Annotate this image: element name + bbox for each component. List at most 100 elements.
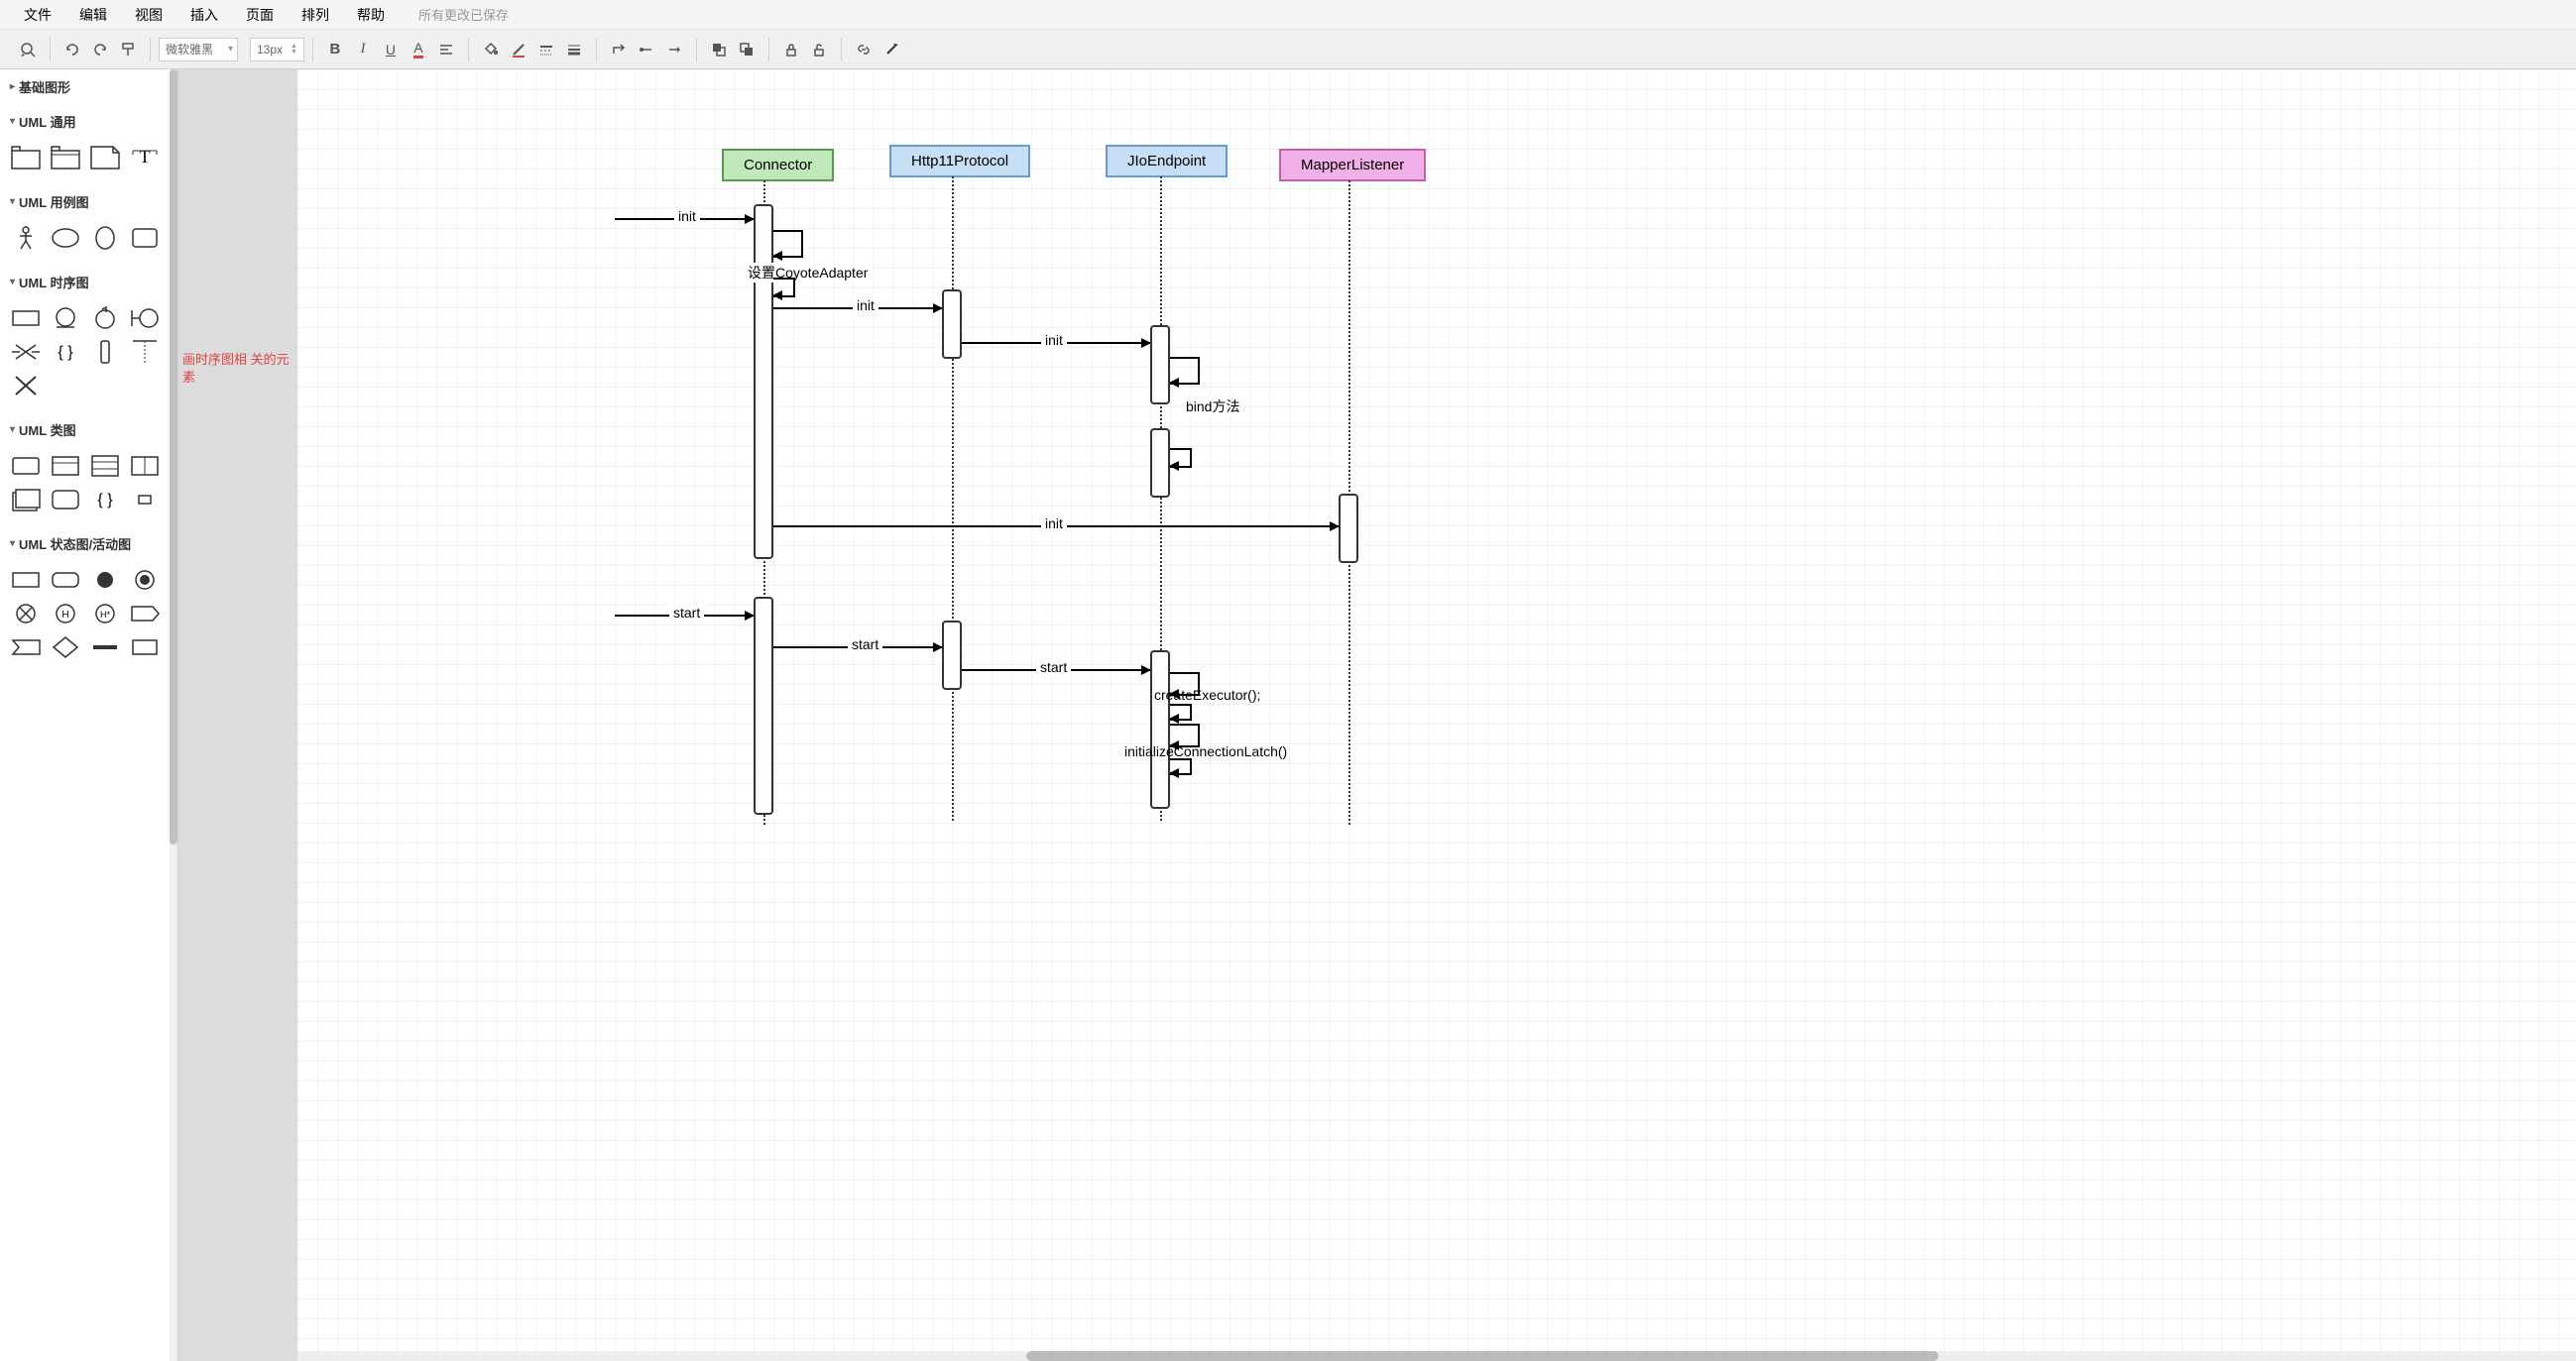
activation-jio-2[interactable] [1150, 428, 1170, 498]
shape-receive-icon[interactable] [8, 632, 44, 662]
horizontal-scrollbar[interactable] [297, 1351, 2576, 1361]
undo-icon[interactable] [59, 36, 86, 63]
shape-frame-icon[interactable] [127, 632, 163, 662]
section-basic-shapes[interactable]: 基础图形 [0, 69, 177, 104]
italic-icon[interactable]: I [349, 36, 377, 63]
menu-arrange[interactable]: 排列 [288, 0, 343, 29]
msg-init-1-label: init [674, 208, 700, 224]
underline-icon[interactable]: U [377, 36, 405, 63]
shape-braces2-icon[interactable]: { } [87, 485, 123, 514]
shape-signal-icon[interactable] [127, 599, 163, 628]
menu-page[interactable]: 页面 [232, 0, 288, 29]
menu-help[interactable]: 帮助 [343, 0, 399, 29]
shape-small-rect-icon[interactable] [127, 485, 163, 514]
shape-text-icon[interactable]: T [127, 143, 163, 172]
shape-destroy-icon[interactable] [8, 337, 44, 367]
font-color-icon[interactable]: A [405, 36, 432, 63]
redo-icon[interactable] [86, 36, 114, 63]
shape-class-round-icon[interactable] [48, 485, 83, 514]
shape-control-icon[interactable] [87, 303, 123, 333]
shape-deep-history-icon[interactable]: H* [87, 599, 123, 628]
shape-state-round-icon[interactable] [48, 565, 83, 595]
shape-actor-icon[interactable] [8, 223, 44, 253]
participant-mapperlistener[interactable]: MapperListener [1279, 149, 1426, 181]
shape-lifeline-icon[interactable] [127, 337, 163, 367]
activation-http11-1[interactable] [942, 289, 962, 359]
zoom-reset-icon[interactable] [14, 36, 42, 63]
shape-initial-icon[interactable] [87, 565, 123, 595]
shape-ellipse-icon[interactable] [48, 223, 83, 253]
section-uml-usecase[interactable]: UML 用例图 [0, 184, 177, 219]
section-uml-class[interactable]: UML 类图 [0, 412, 177, 447]
shape-fragment-icon[interactable]: { } [48, 337, 83, 367]
svg-text:T: T [140, 147, 151, 167]
canvas[interactable]: Connector Http11Protocol JIoEndpoint Map… [297, 69, 2576, 1361]
line-width-icon[interactable] [560, 36, 588, 63]
shape-note-icon[interactable] [87, 143, 123, 172]
shape-package-icon[interactable] [8, 143, 44, 172]
font-size-select[interactable]: 13px▲▼ [250, 38, 304, 61]
connector-style-icon[interactable] [605, 36, 633, 63]
menu-file[interactable]: 文件 [10, 0, 65, 29]
link-icon[interactable] [850, 36, 878, 63]
line-style-icon[interactable] [532, 36, 560, 63]
shape-entity-icon[interactable] [48, 303, 83, 333]
fill-color-icon[interactable] [477, 36, 505, 63]
shape-bar-icon[interactable] [87, 632, 123, 662]
shape-history-icon[interactable]: H [48, 599, 83, 628]
section-uml-general[interactable]: UML 通用 [0, 104, 177, 139]
arrow-start-icon[interactable] [633, 36, 660, 63]
activation-mapper-1[interactable] [1339, 494, 1358, 563]
menu-view[interactable]: 视图 [121, 0, 176, 29]
shape-class-title-icon[interactable] [48, 451, 83, 481]
send-back-icon[interactable] [733, 36, 761, 63]
participant-http11protocol[interactable]: Http11Protocol [889, 145, 1030, 177]
section-uml-state[interactable]: UML 状态图/活动图 [0, 526, 177, 561]
arrow-end-icon[interactable] [660, 36, 688, 63]
shape-class-stack-icon[interactable] [8, 485, 44, 514]
align-icon[interactable] [432, 36, 460, 63]
shape-terminate-icon[interactable] [8, 599, 44, 628]
msg-bind-return[interactable] [1170, 448, 1192, 468]
menu-insert[interactable]: 插入 [176, 0, 232, 29]
participant-jioendpoint[interactable]: JIoEndpoint [1106, 145, 1228, 177]
activation-http11-2[interactable] [942, 621, 962, 690]
shape-state-icon[interactable] [8, 565, 44, 595]
msg-il-return[interactable] [1170, 758, 1192, 775]
unlock-icon[interactable] [805, 36, 833, 63]
shape-class-full-icon[interactable] [87, 451, 123, 481]
shape-cross-icon[interactable] [8, 371, 44, 400]
shape-final-icon[interactable] [127, 565, 163, 595]
lock-icon[interactable] [777, 36, 805, 63]
activation-connector-2[interactable] [754, 597, 773, 815]
shape-class-split-icon[interactable] [127, 451, 163, 481]
bold-icon[interactable]: B [321, 36, 349, 63]
shape-package-tab-icon[interactable] [48, 143, 83, 172]
menu-edit[interactable]: 编辑 [65, 0, 121, 29]
font-family-select[interactable]: 微软雅黑 [159, 38, 238, 61]
shape-activation-icon[interactable] [87, 337, 123, 367]
shape-class-simple-icon[interactable] [8, 451, 44, 481]
activation-jio-1[interactable] [1150, 325, 1170, 404]
canvas-margin: 画时序图相 关的元素 [178, 69, 297, 1361]
format-painter-icon[interactable] [114, 36, 142, 63]
participant-connector[interactable]: Connector [722, 149, 834, 181]
sidebar-scrollbar[interactable] [170, 69, 177, 1361]
shapes-uml-state: H H* [0, 561, 177, 674]
msg-setcoyote-return[interactable] [773, 278, 795, 297]
msg-ce-return[interactable] [1170, 704, 1192, 721]
shape-ellipse2-icon[interactable] [87, 223, 123, 253]
shape-decision-icon[interactable] [48, 632, 83, 662]
msg-createexecutor-label: createExecutor(); [1150, 687, 1264, 703]
shape-boundary-icon[interactable] [127, 303, 163, 333]
bring-front-icon[interactable] [705, 36, 733, 63]
magic-wand-icon[interactable] [878, 36, 905, 63]
shape-object-icon[interactable] [8, 303, 44, 333]
shape-system-icon[interactable] [127, 223, 163, 253]
line-color-icon[interactable] [505, 36, 532, 63]
section-uml-sequence[interactable]: UML 时序图 [0, 265, 177, 299]
msg-setcoyote[interactable] [773, 230, 803, 258]
activation-jio-3[interactable] [1150, 650, 1170, 809]
msg-bind[interactable] [1170, 357, 1200, 385]
activation-connector-1[interactable] [754, 204, 773, 559]
